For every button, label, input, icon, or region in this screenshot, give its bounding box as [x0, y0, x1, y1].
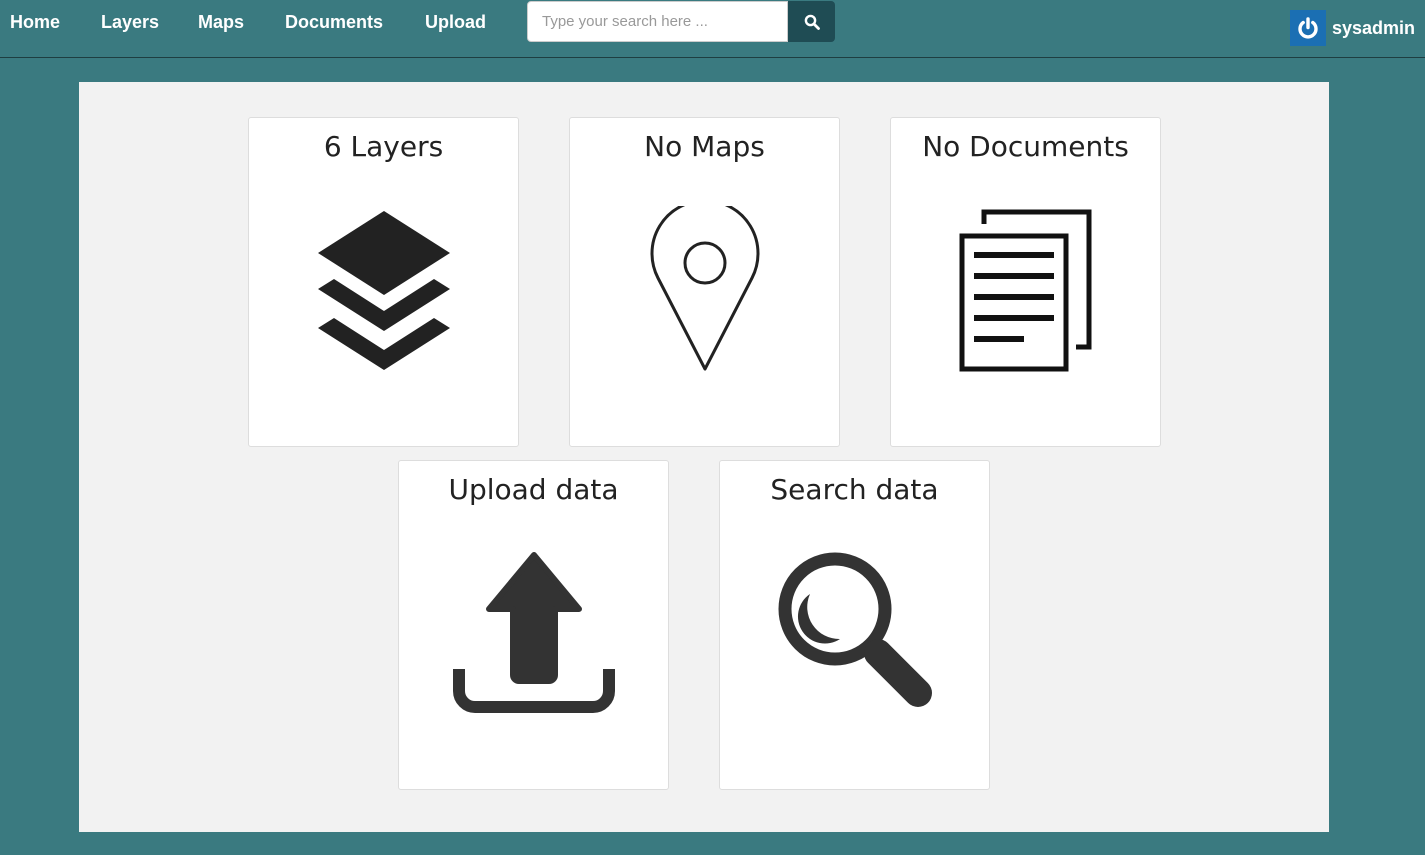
nav-home-link[interactable]: Home [10, 12, 60, 33]
search-input[interactable] [527, 1, 788, 42]
upload-card[interactable]: Upload data [398, 460, 669, 790]
nav-documents-link[interactable]: Documents [285, 12, 383, 33]
user-menu[interactable]: sysadmin [1290, 10, 1416, 46]
search-button[interactable] [788, 1, 835, 42]
top-navbar: Home Layers Maps Documents Upload sysadm… [0, 0, 1425, 58]
documents-card-title: No Documents [922, 130, 1129, 163]
map-marker-icon [650, 206, 759, 371]
magnifier-icon [778, 552, 932, 707]
documents-card[interactable]: No Documents [890, 117, 1161, 447]
documents-icon [959, 209, 1091, 372]
dashboard-panel: 6 Layers No Maps No Documents Upload dat… [79, 82, 1329, 832]
layers-card[interactable]: 6 Layers [248, 117, 519, 447]
upload-card-title: Upload data [448, 473, 619, 506]
maps-card-title: No Maps [644, 130, 765, 163]
layers-icon [317, 211, 450, 370]
layers-card-title: 6 Layers [323, 130, 444, 163]
maps-card[interactable]: No Maps [569, 117, 840, 447]
power-icon [1290, 10, 1326, 46]
nav-maps-link[interactable]: Maps [198, 12, 244, 33]
search-card-title: Search data [770, 473, 939, 506]
nav-upload-link[interactable]: Upload [425, 12, 486, 33]
username-label: sysadmin [1332, 17, 1416, 38]
upload-icon [452, 552, 615, 713]
search-card[interactable]: Search data [719, 460, 990, 790]
search-icon [804, 14, 820, 30]
nav-layers-link[interactable]: Layers [101, 12, 159, 33]
